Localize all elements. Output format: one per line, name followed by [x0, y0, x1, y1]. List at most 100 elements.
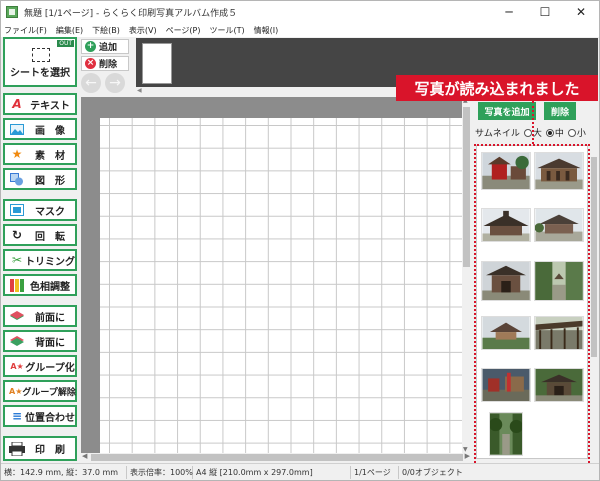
mask-icon [9, 203, 25, 217]
canvas-area [81, 97, 471, 453]
star-icon: ★ [11, 147, 23, 161]
shapes-icon [9, 172, 25, 186]
thumbnail-label: サムネイル [475, 129, 520, 139]
tool-send-back[interactable]: 背面に [3, 330, 77, 352]
ungroup-icon: A★ [9, 386, 23, 396]
tool-bring-front[interactable]: 前面に [3, 305, 77, 327]
tool-mask[interactable]: マスク [3, 199, 77, 221]
rotate-icon: ↻ [11, 228, 23, 242]
tool-group[interactable]: A★ グループ化 [3, 355, 77, 377]
menu-edit[interactable]: 編集(E) [56, 25, 83, 36]
tool-align[interactable]: ≡ 位置合わせ [3, 405, 77, 427]
out-badge: OUT [57, 40, 74, 47]
menu-info[interactable]: 情報(I) [254, 25, 279, 36]
size-medium-label: 中 [554, 129, 564, 139]
scroll-thumb[interactable] [591, 157, 597, 357]
canvas-horizontal-scrollbar[interactable]: ◀ ▶ [81, 452, 471, 462]
color-adjust-icon [9, 278, 25, 292]
menu-tools[interactable]: ツール(T) [210, 25, 245, 36]
tool-label: 画 像 [35, 125, 65, 137]
menu-background[interactable]: 下絵(B) [92, 25, 120, 36]
tool-label: 回 転 [35, 231, 65, 243]
align-icon: ≡ [11, 409, 23, 423]
scroll-right-icon[interactable]: ▶ [465, 452, 470, 460]
add-page-label: 追加 [99, 43, 118, 53]
app-icon [6, 6, 18, 18]
window-title: 無題 [1/1ページ] - らくらく印刷写真アルバム作成５ [24, 8, 238, 19]
text-a-icon: A [12, 97, 22, 111]
callout-label: 写真が読み込まれました [396, 75, 598, 101]
tool-label: 前面に [35, 312, 65, 324]
callout-connector [532, 101, 534, 144]
page-thumbnail[interactable] [142, 43, 172, 84]
application-window: 無題 [1/1ページ] - らくらく印刷写真アルバム作成５ ─ ☐ ✕ ファイル… [0, 0, 600, 481]
menu-file[interactable]: ファイル(F) [4, 25, 47, 36]
tool-shapes[interactable]: 図 形 [3, 168, 77, 190]
maximize-button[interactable]: ☐ [527, 1, 563, 23]
menu-bar: ファイル(F) 編集(E) 下絵(B) 表示(V) ページ(P) ツール(T) … [1, 23, 599, 37]
status-objects: 0/0オブジェクト [402, 467, 463, 477]
tool-label: 背面に [35, 337, 65, 349]
size-large-radio[interactable] [523, 128, 532, 137]
thumbnail-size-selector: サムネイル 大 中 小 [475, 126, 586, 139]
size-small-label: 小 [576, 129, 586, 139]
tool-material[interactable]: ★ 素 材 [3, 143, 77, 165]
scissors-icon: ✂ [11, 253, 23, 267]
delete-photo-button[interactable]: 削除 [544, 102, 576, 120]
delete-x-icon: × [85, 58, 96, 69]
delete-page-button[interactable]: × 削除 [81, 56, 129, 71]
status-paper: A4 縦 [210.0mm x 297.0mm] [193, 465, 351, 479]
delete-page-label: 削除 [99, 60, 118, 70]
tool-label: 色相調整 [30, 281, 70, 293]
tool-label: 位置合わせ [25, 412, 75, 424]
scroll-left-icon[interactable]: ◀ [137, 87, 142, 94]
photo-list-scrollbar[interactable] [590, 145, 598, 459]
tool-label: グループ解除 [22, 387, 76, 398]
back-arrow-icon[interactable]: ← [81, 73, 101, 93]
scroll-left-icon[interactable]: ◀ [82, 452, 87, 460]
scroll-thumb[interactable] [91, 454, 463, 461]
image-icon [9, 122, 25, 136]
size-small-radio[interactable] [567, 128, 576, 137]
page-nav: ← → [81, 73, 129, 93]
size-medium-radio[interactable] [545, 128, 554, 137]
tool-rotate[interactable]: ↻ 回 転 [3, 224, 77, 246]
sheet-select-button[interactable]: OUT シートを選択 [3, 37, 77, 87]
tool-label: マスク [35, 206, 65, 218]
page-controls: + 追加 × 削除 ← → [81, 39, 129, 93]
tool-ungroup[interactable]: A★ グループ解除 [3, 380, 77, 402]
scroll-thumb[interactable] [463, 107, 470, 267]
add-page-button[interactable]: + 追加 [81, 39, 129, 54]
menu-view[interactable]: 表示(V) [129, 25, 157, 36]
tool-print[interactable]: 印 刷 [3, 436, 77, 461]
menu-page[interactable]: ページ(P) [166, 25, 201, 36]
window-controls: ─ ☐ ✕ [491, 1, 599, 23]
tool-label: グループ化 [25, 362, 75, 374]
canvas-vertical-scrollbar[interactable]: ▲ ▼ [462, 97, 471, 453]
printer-icon [9, 441, 25, 456]
group-icon: A★ [10, 361, 24, 371]
minimize-button[interactable]: ─ [491, 1, 527, 23]
tool-text[interactable]: A テキスト [3, 93, 77, 115]
bring-front-icon [9, 309, 25, 323]
tool-color-adjust[interactable]: 色相調整 [3, 274, 77, 296]
tool-label: 図 形 [35, 175, 65, 187]
forward-arrow-icon[interactable]: → [105, 73, 125, 93]
title-bar: 無題 [1/1ページ] - らくらく印刷写真アルバム作成５ ─ ☐ ✕ [1, 1, 599, 23]
tool-label: 素 材 [35, 150, 65, 162]
album-page-canvas[interactable] [100, 118, 463, 453]
size-large-label: 大 [532, 129, 542, 139]
status-zoom: 表示倍率：100% [127, 465, 193, 479]
load-photos-button[interactable]: 写真を追加 [478, 102, 536, 120]
tool-image[interactable]: 画 像 [3, 118, 77, 140]
tool-label: テキスト [30, 100, 70, 112]
sheet-select-label: シートを選択 [10, 68, 70, 79]
tool-label: 印 刷 [35, 445, 65, 456]
close-button[interactable]: ✕ [563, 1, 599, 23]
left-toolbar: OUT シートを選択 A テキスト 画 像 ★ 素 材 図 形 マスク ↻ 回 … [2, 37, 77, 463]
tool-trimming[interactable]: ✂ トリミング [3, 249, 77, 271]
status-size: 横：142.9 mm, 縦：37.0 mm [1, 465, 127, 479]
status-page: 1/1ページ [351, 465, 399, 479]
plus-icon: + [85, 41, 96, 52]
callout-highlight-box [474, 144, 590, 471]
